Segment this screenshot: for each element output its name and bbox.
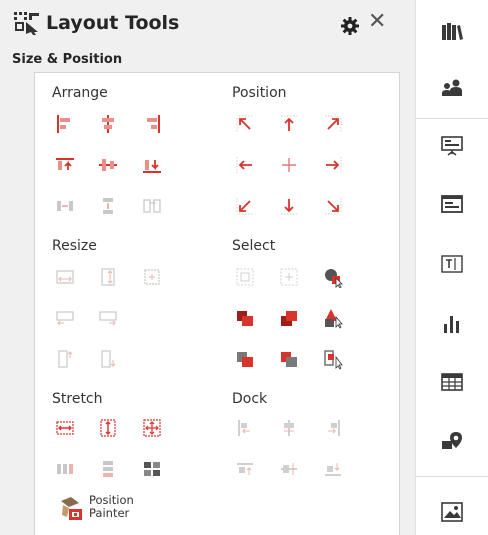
dock-bottom-button xyxy=(320,456,346,482)
align-center-button[interactable] xyxy=(95,111,121,137)
align-top-button[interactable] xyxy=(52,152,78,178)
rail-divider xyxy=(416,476,488,477)
section-header: Size & Position xyxy=(12,52,123,67)
stretch-both-button[interactable] xyxy=(139,415,165,441)
painter-label-line2: Painter xyxy=(89,506,130,520)
title-bar: Layout Tools ✕ xyxy=(12,8,407,44)
position-label: Position xyxy=(232,85,287,101)
map-pin-icon[interactable] xyxy=(434,424,470,460)
distribute-vertical-button xyxy=(95,193,121,219)
align-middle-button[interactable] xyxy=(95,152,121,178)
move-center-button[interactable] xyxy=(276,152,302,178)
dock-right-button xyxy=(320,415,346,441)
stretch-vertical-button[interactable] xyxy=(95,415,121,441)
move-top-right-button[interactable] xyxy=(320,111,346,137)
move-top-left-button[interactable] xyxy=(232,111,258,137)
dock-label: Dock xyxy=(232,391,268,407)
move-top-button[interactable] xyxy=(276,111,302,137)
grow-width-button xyxy=(95,305,121,331)
dock-top-button xyxy=(232,456,258,482)
close-icon[interactable]: ✕ xyxy=(368,11,386,33)
position-painter-icon xyxy=(57,495,85,523)
dashboard-icon[interactable] xyxy=(434,186,470,222)
stretch-fill-width-button xyxy=(52,456,78,482)
select-same-color-button[interactable] xyxy=(320,305,346,331)
select-overlap-left-button[interactable] xyxy=(232,346,258,372)
move-bottom-right-button[interactable] xyxy=(320,193,346,219)
position-painter-button[interactable]: Position Painter xyxy=(57,493,187,529)
select-same-position-button xyxy=(276,264,302,290)
presentation-icon[interactable] xyxy=(434,128,470,164)
same-height-button xyxy=(95,264,121,290)
arrange-label: Arrange xyxy=(52,85,108,101)
move-left-button[interactable] xyxy=(232,152,258,178)
dock-middle-button xyxy=(276,456,302,482)
table-icon[interactable] xyxy=(434,364,470,400)
swap-button xyxy=(139,193,165,219)
select-same-type-button[interactable] xyxy=(320,264,346,290)
select-same-size-button xyxy=(232,264,258,290)
shrink-width-button xyxy=(52,305,78,331)
rail-divider xyxy=(416,118,488,119)
align-left-button[interactable] xyxy=(52,111,78,137)
stretch-fill-height-button xyxy=(95,456,121,482)
same-size-button xyxy=(139,264,165,290)
shrink-height-button xyxy=(52,346,78,372)
same-width-button xyxy=(52,264,78,290)
side-rail xyxy=(415,0,488,535)
pane-title: Layout Tools xyxy=(46,12,180,34)
library-icon[interactable] xyxy=(434,14,470,50)
select-bring-front-button[interactable] xyxy=(232,305,258,331)
stretch-horizontal-button[interactable] xyxy=(52,415,78,441)
select-group-button[interactable] xyxy=(320,346,346,372)
grow-height-button xyxy=(95,346,121,372)
move-bottom-button[interactable] xyxy=(276,193,302,219)
bar-chart-icon[interactable] xyxy=(434,306,470,342)
distribute-horizontal-button xyxy=(52,193,78,219)
stretch-grid-button[interactable] xyxy=(139,456,165,482)
layout-tools-icon xyxy=(12,10,42,36)
dock-left-button xyxy=(232,415,258,441)
move-right-button[interactable] xyxy=(320,152,346,178)
resize-label: Resize xyxy=(52,238,97,254)
move-bottom-left-button[interactable] xyxy=(232,193,258,219)
layout-tools-pane: Layout Tools ✕ Size & Position Arrange P… xyxy=(0,0,415,535)
position-painter-label: Position Painter xyxy=(89,494,134,520)
painter-label-line1: Position xyxy=(89,493,134,507)
gear-icon[interactable] xyxy=(340,16,360,36)
select-overlap-right-button[interactable] xyxy=(276,346,302,372)
align-bottom-button[interactable] xyxy=(139,152,165,178)
select-label: Select xyxy=(232,238,276,254)
text-box-icon[interactable] xyxy=(434,246,470,282)
size-position-panel: Arrange Position Resize Select Stretch D… xyxy=(34,72,400,535)
dock-center-button xyxy=(276,415,302,441)
select-send-back-button[interactable] xyxy=(276,305,302,331)
align-right-button[interactable] xyxy=(139,111,165,137)
people-icon[interactable] xyxy=(434,70,470,106)
stretch-label: Stretch xyxy=(52,391,103,407)
image-icon[interactable] xyxy=(434,494,470,530)
